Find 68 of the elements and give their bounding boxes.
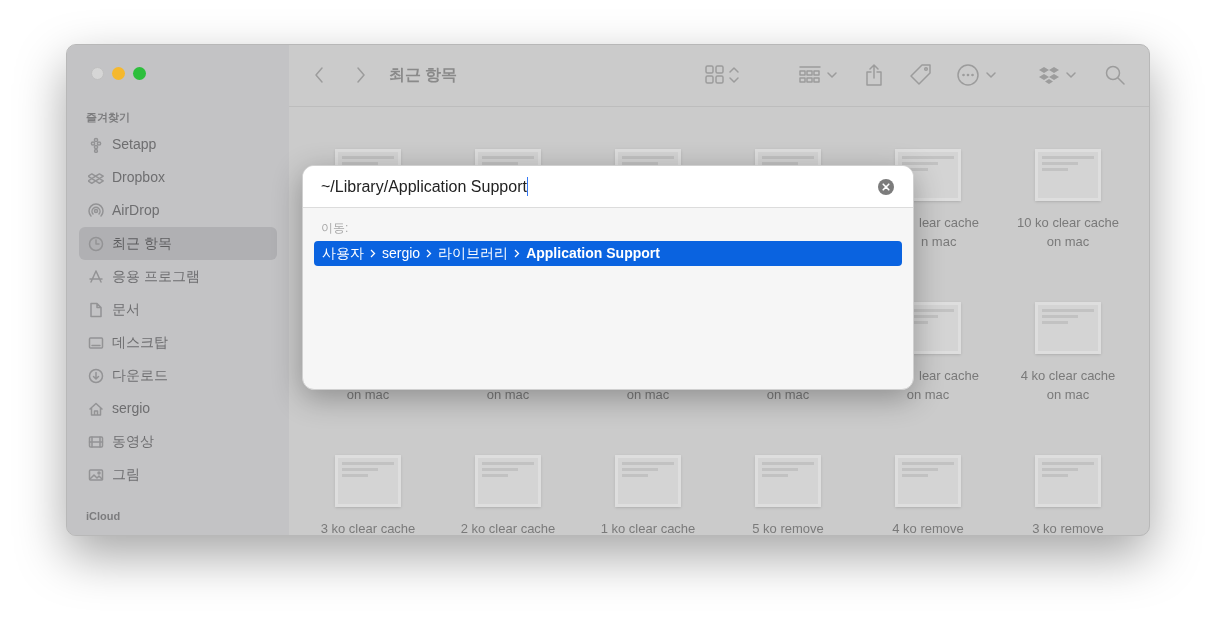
file-name: 3 ko remove bbox=[1032, 519, 1104, 535]
home-icon[interactable] bbox=[88, 400, 104, 417]
sidebar-section-title: 즐겨찾기 bbox=[85, 109, 131, 125]
share-icon[interactable] bbox=[865, 64, 883, 87]
file-thumbnail[interactable] bbox=[1035, 454, 1101, 507]
file-name: on mac bbox=[1046, 385, 1090, 404]
file-name: 1 ko clear cache bbox=[600, 519, 696, 535]
chevron-icon bbox=[370, 249, 376, 258]
sidebar-item[interactable]: Dropbox bbox=[79, 161, 277, 194]
clock-icon[interactable] bbox=[88, 235, 104, 252]
chevron-icon bbox=[514, 249, 521, 258]
more-icon[interactable] bbox=[957, 64, 999, 87]
dropbox-icon[interactable] bbox=[1039, 65, 1077, 86]
file-thumbnail[interactable] bbox=[335, 454, 401, 507]
back-icon[interactable] bbox=[313, 66, 325, 85]
window-title: 최근 항목 bbox=[389, 65, 458, 86]
file-name: on mac bbox=[626, 385, 670, 404]
sidebar-item[interactable]: sergio bbox=[79, 392, 277, 425]
file-name: n mac bbox=[921, 232, 957, 251]
apps-icon[interactable] bbox=[88, 268, 104, 285]
file-name: lear cache bbox=[919, 213, 979, 232]
section-label: 이동: bbox=[321, 220, 350, 237]
sidebar-item[interactable]: 응용 프로그램 bbox=[79, 260, 277, 293]
file-thumbnail[interactable] bbox=[895, 454, 961, 507]
sidebar-item[interactable]: 데스크탑 bbox=[79, 326, 277, 359]
film-icon[interactable] bbox=[88, 433, 104, 450]
document-icon[interactable] bbox=[88, 301, 104, 318]
sidebar-item[interactable]: 다운로드 bbox=[79, 359, 277, 392]
chevron-icon bbox=[426, 249, 433, 258]
file-name: on mac bbox=[346, 385, 390, 404]
file-thumbnail[interactable] bbox=[1035, 148, 1101, 201]
sidebar-item[interactable]: 문서 bbox=[79, 293, 277, 326]
tag-icon[interactable] bbox=[909, 63, 933, 88]
file-name: 5 ko remove bbox=[752, 519, 824, 535]
zoom-button[interactable] bbox=[133, 67, 146, 80]
download-icon[interactable] bbox=[88, 367, 104, 384]
file-name: on mac bbox=[766, 385, 810, 404]
forward-icon[interactable] bbox=[355, 66, 367, 85]
setapp-icon[interactable] bbox=[88, 136, 104, 153]
file-thumbnail[interactable] bbox=[755, 454, 821, 507]
group-icon[interactable] bbox=[799, 65, 839, 86]
file-name: 10 ko clear cache bbox=[1017, 213, 1119, 232]
sidebar-item[interactable]: 최근 항목 bbox=[79, 227, 277, 260]
file-name: lear cache bbox=[919, 366, 979, 385]
file-thumbnail[interactable] bbox=[1035, 301, 1101, 354]
desktop-icon[interactable] bbox=[88, 334, 104, 351]
sidebar-item[interactable]: 동영상 bbox=[79, 425, 277, 458]
sidebar-item[interactable]: AirDrop bbox=[79, 194, 277, 227]
file-name: 4 ko clear cache bbox=[1020, 366, 1116, 385]
file-thumbnail[interactable] bbox=[475, 454, 541, 507]
file-thumbnail[interactable] bbox=[615, 454, 681, 507]
sidebar-item[interactable]: Setapp bbox=[79, 128, 277, 161]
file-name: on mac bbox=[486, 385, 530, 404]
file-name: 4 ko remove bbox=[892, 519, 964, 535]
file-name: on mac bbox=[906, 385, 950, 404]
file-name: 2 ko clear cache bbox=[460, 519, 556, 535]
clear-icon[interactable] bbox=[878, 178, 894, 195]
file-name: on mac bbox=[1046, 232, 1090, 251]
picture-icon[interactable] bbox=[88, 466, 104, 483]
search-icon[interactable] bbox=[1105, 65, 1125, 86]
text-cursor bbox=[526, 177, 528, 196]
sidebar-item[interactable]: 그림 bbox=[79, 458, 277, 491]
path-suggestion[interactable]: 사용자 sergio 라이브러리 Application Support bbox=[314, 241, 902, 266]
airdrop-icon[interactable] bbox=[88, 202, 104, 219]
minimize-button[interactable] bbox=[112, 67, 125, 80]
grid-view-icon[interactable] bbox=[705, 65, 741, 86]
file-name: 3 ko clear cache bbox=[320, 519, 416, 535]
sidebar-section-title: iCloud bbox=[85, 508, 122, 524]
